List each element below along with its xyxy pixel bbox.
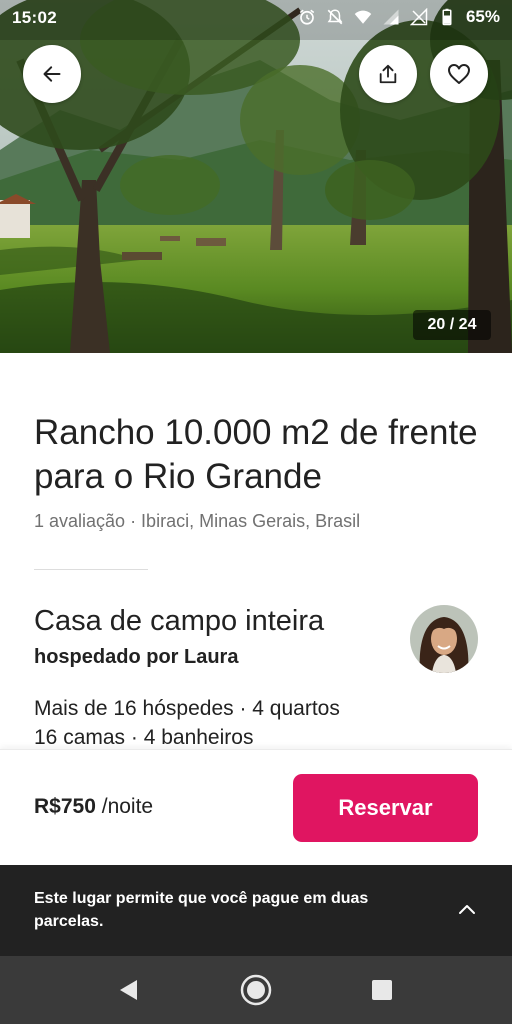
nav-home-button[interactable]	[238, 972, 274, 1008]
nav-back-button[interactable]	[112, 974, 144, 1006]
reserve-button[interactable]: Reservar	[293, 774, 478, 842]
arrow-left-icon	[43, 66, 61, 82]
share-button[interactable]	[359, 45, 417, 103]
divider	[34, 569, 148, 570]
status-bar: 15:02 65%	[0, 0, 512, 34]
battery-icon	[442, 8, 452, 26]
capacity-beds-baths: 16 camas · 4 banheiros	[34, 726, 254, 748]
chevron-up-icon	[459, 905, 475, 914]
alarm-icon	[299, 9, 315, 25]
host-name: hospedado por Laura	[34, 646, 239, 668]
price-unit: /noite	[101, 795, 154, 818]
recents-square-icon	[372, 980, 392, 1000]
triangle-back-icon	[120, 980, 137, 1000]
back-button[interactable]	[23, 45, 81, 103]
nightly-price: R$750 /noite	[34, 795, 153, 819]
favorite-button[interactable]	[430, 45, 488, 103]
home-circle-icon	[240, 974, 272, 1006]
status-time: 15:02	[12, 8, 57, 27]
battery-level: 65%	[465, 7, 500, 26]
signal-icon	[409, 8, 428, 26]
capacity-guests-rooms: Mais de 16 hóspedes · 4 quartos	[34, 697, 340, 720]
photo-counter: 20 / 24	[413, 310, 491, 340]
status-icons: 65%	[298, 7, 500, 27]
host-avatar[interactable]	[410, 605, 478, 673]
mute-icon	[327, 9, 343, 25]
price-amount: R$750	[34, 795, 96, 818]
listing-photo[interactable]	[0, 0, 512, 353]
nav-recents-button[interactable]	[366, 974, 398, 1006]
expand-notice-button[interactable]	[452, 894, 482, 924]
signal-icon	[383, 9, 399, 25]
listing-title: Rancho 10.000 m2 de frente para o Rio Gr…	[34, 413, 478, 496]
share-icon	[379, 64, 397, 84]
property-type: Casa de campo inteira	[34, 605, 325, 637]
wifi-icon	[354, 10, 372, 24]
installments-text: Este lugar permite que você pague em dua…	[34, 890, 369, 930]
heart-icon	[448, 64, 470, 84]
listing-meta[interactable]: 1 avaliação · Ibiraci, Minas Gerais, Bra…	[34, 511, 360, 532]
